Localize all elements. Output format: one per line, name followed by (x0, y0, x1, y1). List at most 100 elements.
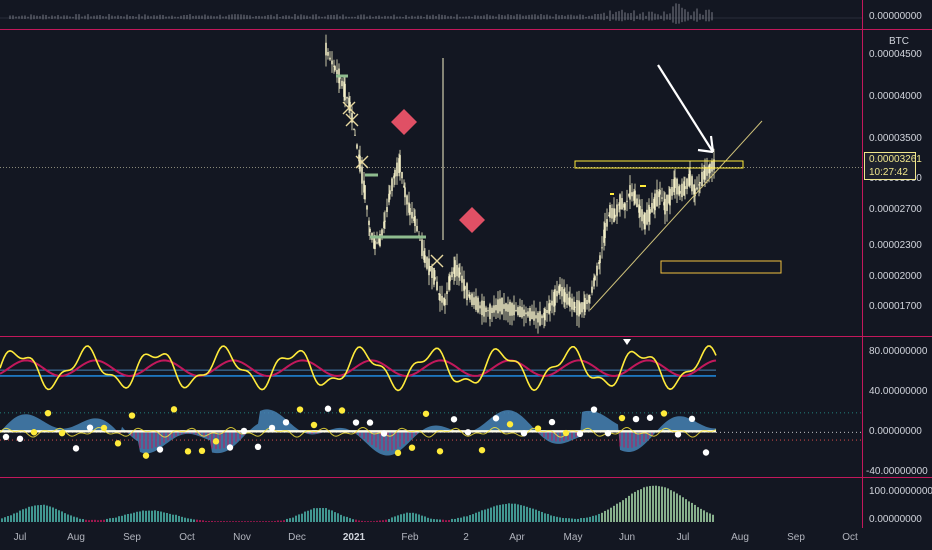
candle-body (624, 203, 626, 210)
candle-body (354, 134, 356, 136)
x-tick-label: Jun (618, 532, 636, 543)
candle-body (611, 208, 613, 219)
candle-body (401, 172, 403, 179)
candle-body (436, 281, 438, 291)
signal-dot (352, 419, 360, 426)
candle-body (329, 57, 331, 60)
candle-body (434, 277, 436, 280)
candle-body (639, 205, 641, 217)
x-tick-label: Apr (509, 532, 525, 543)
signal-dot (604, 430, 612, 437)
volume-pane (0, 3, 862, 24)
price-tick-label: 0.00002000 (869, 271, 922, 282)
candle-body (586, 299, 588, 304)
candle-body (559, 284, 561, 292)
signal-dot (646, 414, 654, 421)
candle-body (509, 301, 511, 316)
candle-body (654, 193, 656, 211)
candle-body (651, 203, 653, 213)
x-tick-label: Sep (123, 532, 141, 543)
candle-body (327, 51, 329, 56)
candle-body (671, 186, 673, 196)
candle-body (681, 183, 683, 198)
candle-body (579, 303, 581, 315)
histogram-pane (1, 485, 714, 522)
signal-dot (282, 419, 290, 426)
candle-body (497, 299, 499, 314)
candle-body (698, 184, 700, 186)
candle-body (686, 178, 688, 189)
chart-canvas[interactable] (0, 0, 932, 550)
candle-body (696, 187, 698, 190)
signal-triangle (623, 339, 631, 345)
pane-separator[interactable] (0, 29, 932, 30)
last-price-tag[interactable]: 0.00003261 10:27:42 (864, 152, 922, 180)
candle-body (485, 307, 487, 313)
candle-body (441, 295, 443, 303)
candle-body (674, 177, 676, 189)
candle-body (664, 198, 666, 215)
signal-dot (44, 409, 52, 417)
resistance-box (574, 160, 744, 169)
candle-body (429, 266, 431, 272)
candle-body (396, 162, 398, 177)
candle-body (503, 304, 505, 309)
signal-dot (310, 421, 318, 429)
candle-body (604, 222, 606, 239)
x-tick-label: Jul (676, 532, 690, 543)
signal-dot (58, 429, 66, 437)
candle-body (569, 297, 571, 307)
candle-body (711, 161, 713, 172)
candle-body (461, 275, 463, 283)
cross-marker (430, 254, 444, 268)
candle-body (389, 190, 391, 195)
signal-dot (114, 440, 122, 447)
candle-body (621, 198, 623, 210)
candle-body (513, 304, 515, 316)
signal-dot (170, 406, 178, 413)
signal-dot (184, 448, 192, 455)
signal-dot (506, 421, 514, 428)
candle-body (384, 220, 386, 222)
candle-body (469, 294, 471, 300)
candle-body (464, 286, 466, 290)
candle-body (334, 66, 336, 71)
candle-body (368, 220, 370, 226)
pane-separator[interactable] (0, 336, 932, 337)
candle-body (631, 192, 633, 197)
candle-body (691, 176, 693, 192)
candle-body (573, 301, 575, 311)
candle-body (517, 307, 519, 316)
candle-body (511, 303, 513, 316)
signal-dot (100, 424, 108, 432)
price-tick-label: 0.00003500 (869, 133, 922, 144)
candle-body (609, 204, 611, 218)
candle-body (646, 209, 648, 225)
signal-dot (660, 410, 668, 417)
candle-body (481, 300, 483, 316)
candle-body (601, 247, 603, 249)
candle-body (479, 305, 481, 309)
candle-body (403, 185, 405, 188)
price-scale[interactable] (862, 0, 932, 528)
candle-body (535, 315, 537, 319)
candle-body (546, 310, 548, 313)
candle-body (626, 200, 628, 202)
signal-dot (436, 448, 444, 455)
x-tick-label: 2 (463, 532, 469, 543)
candle-body (689, 170, 691, 186)
candle-body (419, 239, 421, 241)
signal-dot (478, 446, 486, 454)
pane-separator[interactable] (0, 477, 932, 478)
signal-dot (324, 405, 332, 412)
x-tick-label: Nov (233, 532, 251, 543)
candle-body (554, 289, 556, 306)
signal-dot (450, 416, 458, 423)
candle-body (471, 293, 473, 305)
candle-body (594, 276, 596, 281)
candle-body (501, 297, 503, 314)
candle-body (619, 194, 621, 210)
x-tick-label: Jul (13, 532, 27, 543)
candle-body (416, 225, 418, 232)
candle-body (669, 188, 671, 206)
